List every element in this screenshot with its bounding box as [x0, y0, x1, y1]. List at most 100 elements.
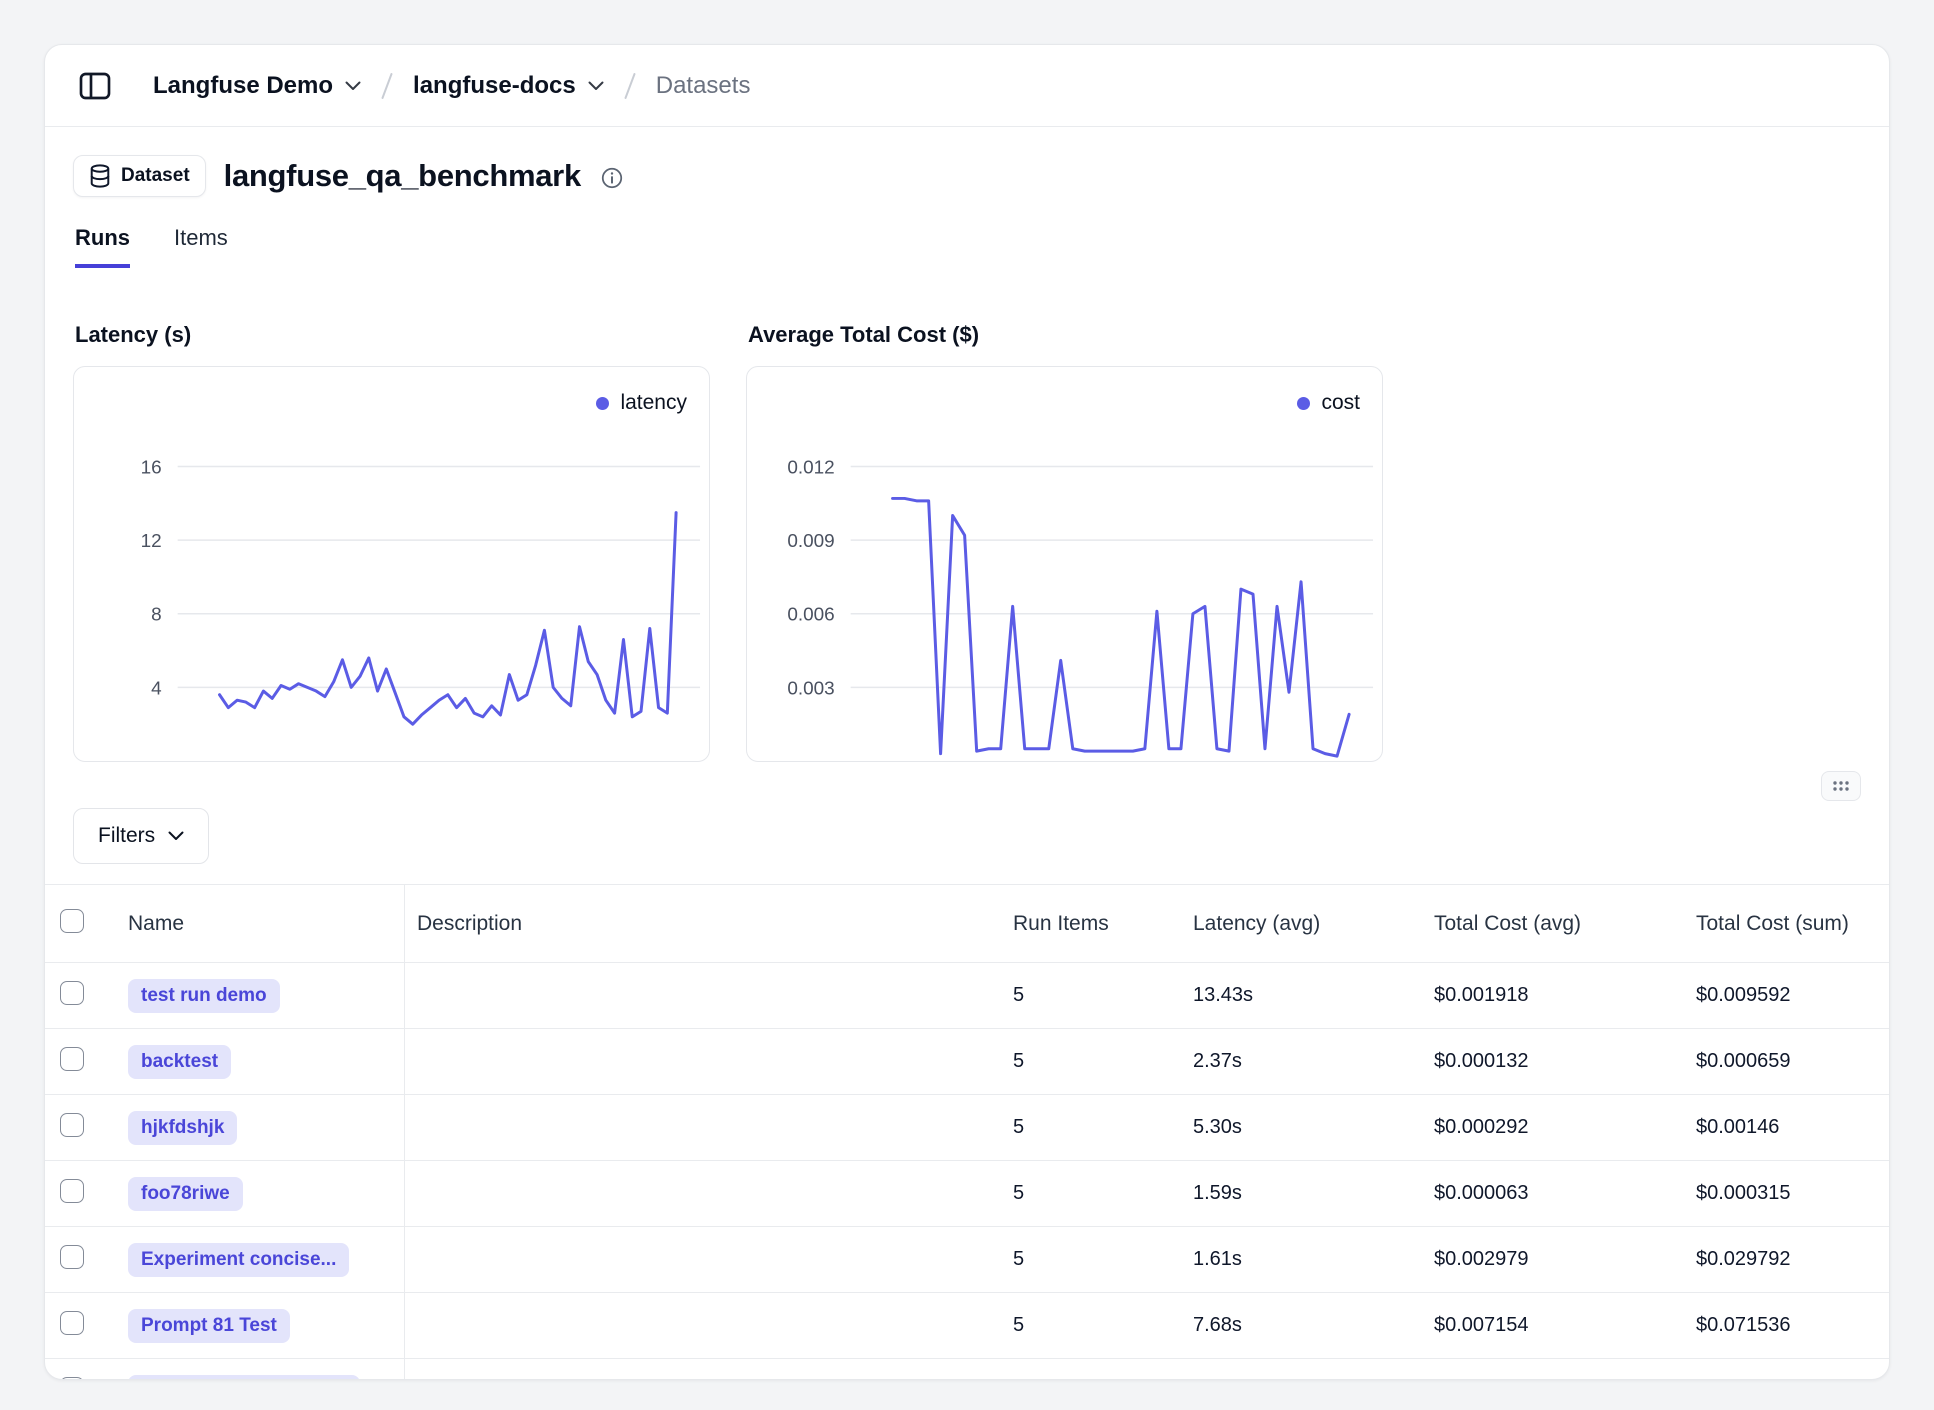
legend-dot-icon [1297, 397, 1310, 410]
row-checkbox[interactable] [60, 1113, 84, 1137]
breadcrumb-section[interactable]: Datasets [656, 72, 751, 100]
select-all-checkbox[interactable] [60, 909, 84, 933]
table-row: Experiment concise... 5 1.61s $0.002979 … [45, 1227, 1889, 1293]
run-name-badge[interactable]: Experiment concise... [128, 1243, 349, 1277]
svg-text:8: 8 [151, 605, 162, 626]
column-header-run-items: Run Items [1001, 912, 1181, 936]
run-latency: 2.37s [1181, 1050, 1422, 1073]
row-checkbox[interactable] [60, 1377, 84, 1380]
page-title: langfuse_qa_benchmark [224, 158, 581, 194]
topbar: Langfuse Demo langfuse-docs Datasets [45, 45, 1889, 127]
tab-items[interactable]: Items [174, 225, 228, 268]
tabs: Runs Items [45, 225, 1889, 268]
cost-chart-title: Average Total Cost ($) [748, 322, 1383, 348]
breadcrumb-org-label: Langfuse Demo [153, 72, 333, 100]
breadcrumb-section-label: Datasets [656, 72, 751, 100]
datasets-page-card: Langfuse Demo langfuse-docs Datasets Dat… [44, 44, 1890, 1380]
run-cost-sum: $0.029792 [1684, 1248, 1889, 1271]
breadcrumb-separator [379, 71, 395, 101]
run-cost-avg: $0.000132 [1422, 1050, 1684, 1073]
svg-text:12: 12 [141, 531, 162, 552]
svg-text:16: 16 [141, 457, 162, 478]
table-header-row: Name Description Run Items Latency (avg)… [45, 885, 1889, 963]
cost-chart-block: Average Total Cost ($) 0.0030.0060.0090.… [746, 322, 1383, 762]
run-items-count: 5 [1001, 1050, 1181, 1073]
column-header-description: Description [405, 912, 1001, 936]
row-checkbox[interactable] [60, 1179, 84, 1203]
table-row-partial [45, 1359, 1889, 1380]
row-checkbox[interactable] [60, 1245, 84, 1269]
cost-chart-legend: cost [1297, 391, 1360, 415]
run-name-badge[interactable]: backtest [128, 1045, 231, 1079]
run-name-badge[interactable]: hjkfdshjk [128, 1111, 237, 1145]
row-checkbox[interactable] [60, 1311, 84, 1335]
svg-text:0.006: 0.006 [787, 605, 834, 626]
dataset-type-badge: Dataset [73, 155, 206, 197]
sidebar-toggle-icon [79, 72, 111, 100]
table-row: test run demo 5 13.43s $0.001918 $0.0095… [45, 963, 1889, 1029]
run-latency: 5.30s [1181, 1116, 1422, 1139]
svg-text:0.003: 0.003 [787, 678, 834, 699]
run-latency: 1.59s [1181, 1182, 1422, 1205]
run-cost-avg: $0.000063 [1422, 1182, 1684, 1205]
table-row: hjkfdshjk 5 5.30s $0.000292 $0.00146 [45, 1095, 1889, 1161]
drag-handle-button[interactable] [1821, 771, 1861, 801]
run-items-count: 5 [1001, 1116, 1181, 1139]
column-header-name: Name [113, 885, 405, 962]
run-items-count: 5 [1001, 1248, 1181, 1271]
legend-dot-icon [596, 397, 609, 410]
run-cost-avg: $0.002979 [1422, 1248, 1684, 1271]
row-checkbox[interactable] [60, 1047, 84, 1071]
run-cost-avg: $0.007154 [1422, 1314, 1684, 1337]
table-row: foo78riwe 5 1.59s $0.000063 $0.000315 [45, 1161, 1889, 1227]
run-name-badge[interactable]: test run demo [128, 979, 280, 1013]
info-icon[interactable] [601, 167, 623, 189]
tab-runs[interactable]: Runs [75, 225, 130, 268]
table-body: test run demo 5 13.43s $0.001918 $0.0095… [45, 963, 1889, 1359]
breadcrumb-separator [622, 71, 638, 101]
run-name-badge[interactable]: Prompt 81 Test [128, 1309, 290, 1343]
run-name-badge[interactable]: foo78riwe [128, 1177, 243, 1211]
legend-label: cost [1321, 391, 1360, 415]
run-cost-avg: $0.000292 [1422, 1116, 1684, 1139]
latency-line-chart: 481216 [74, 367, 709, 761]
charts-section: Latency (s) 481216 latency Average Total… [45, 322, 1889, 762]
latency-chart-legend: latency [596, 391, 687, 415]
latency-chart-block: Latency (s) 481216 latency [73, 322, 710, 762]
run-cost-sum: $0.000315 [1684, 1182, 1889, 1205]
run-latency: 13.43s [1181, 984, 1422, 1007]
latency-chart: 481216 latency [73, 366, 710, 762]
database-icon [89, 164, 111, 188]
row-checkbox[interactable] [60, 981, 84, 1005]
drag-handle-icon [1832, 780, 1850, 792]
column-header-total-cost-sum: Total Cost (sum) [1684, 912, 1889, 936]
cost-line-chart: 0.003 0.006 0.009 0.012 [747, 367, 1382, 761]
cost-chart: 0.003 0.006 0.009 0.012 cost [746, 366, 1383, 762]
run-items-count: 5 [1001, 1182, 1181, 1205]
run-cost-sum: $0.009592 [1684, 984, 1889, 1007]
column-header-total-cost-avg: Total Cost (avg) [1422, 912, 1684, 936]
run-items-count: 5 [1001, 984, 1181, 1007]
svg-text:0.012: 0.012 [787, 457, 834, 478]
chevron-down-icon [588, 81, 604, 91]
legend-label: latency [620, 391, 687, 415]
sidebar-toggle-button[interactable] [73, 66, 117, 106]
run-cost-sum: $0.071536 [1684, 1314, 1889, 1337]
filters-row: Filters [45, 808, 1889, 864]
run-items-count: 5 [1001, 1314, 1181, 1337]
filters-button[interactable]: Filters [73, 808, 209, 864]
breadcrumb: Langfuse Demo langfuse-docs Datasets [153, 71, 750, 101]
breadcrumb-org[interactable]: Langfuse Demo [153, 72, 361, 100]
run-name-badge[interactable] [128, 1375, 360, 1380]
column-header-latency-avg: Latency (avg) [1181, 912, 1422, 936]
svg-text:0.009: 0.009 [787, 531, 834, 552]
run-latency: 7.68s [1181, 1314, 1422, 1337]
breadcrumb-project[interactable]: langfuse-docs [413, 72, 604, 100]
run-cost-avg: $0.001918 [1422, 984, 1684, 1007]
table-row: Prompt 81 Test 5 7.68s $0.007154 $0.0715… [45, 1293, 1889, 1359]
filters-button-label: Filters [98, 824, 155, 848]
dataset-badge-label: Dataset [121, 165, 190, 187]
latency-chart-title: Latency (s) [75, 322, 710, 348]
run-cost-sum: $0.000659 [1684, 1050, 1889, 1073]
run-cost-sum: $0.00146 [1684, 1116, 1889, 1139]
